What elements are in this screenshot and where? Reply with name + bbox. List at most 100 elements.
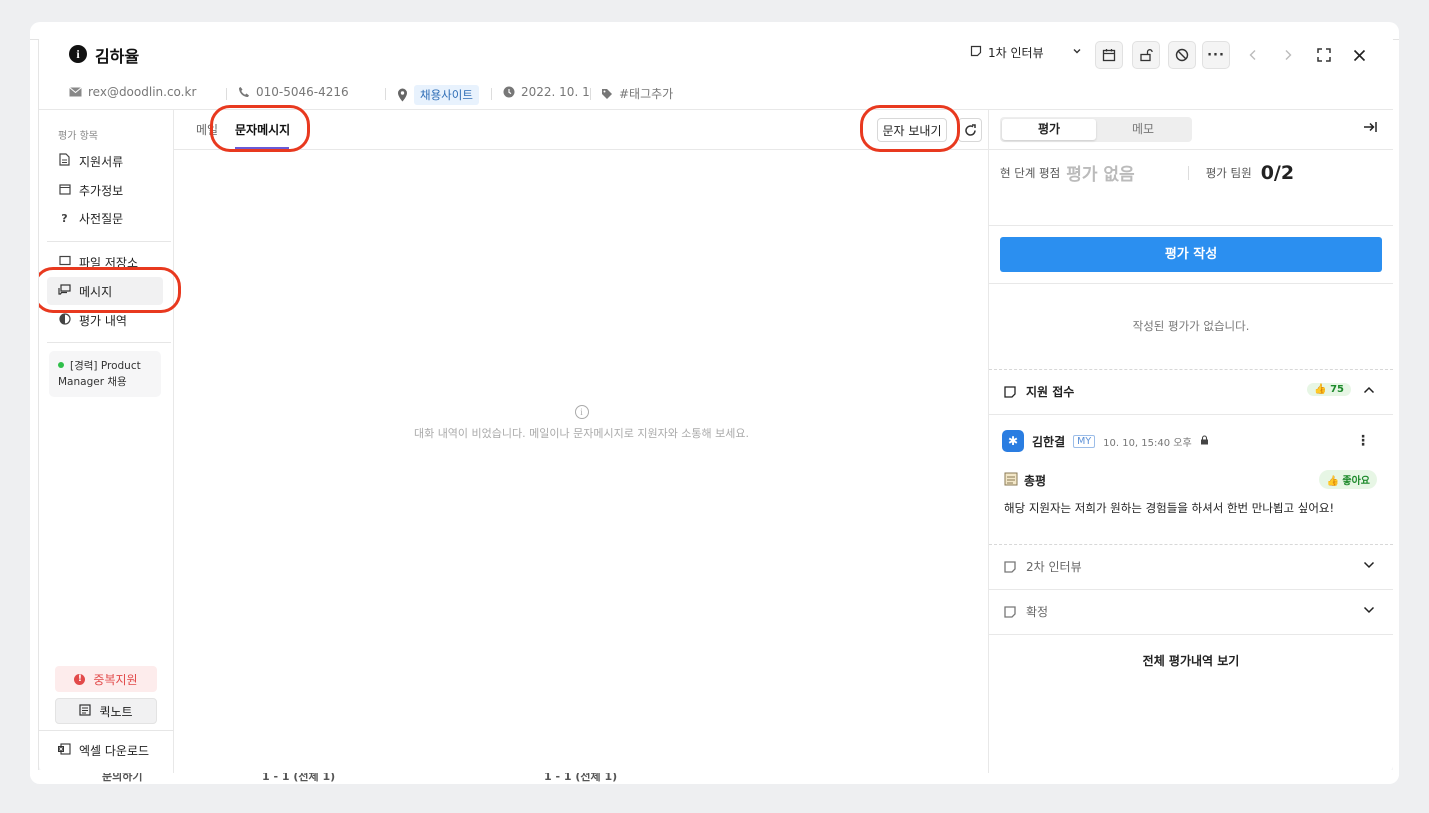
like-label: 좋아요	[1342, 476, 1370, 487]
more-icon: ···	[1207, 47, 1225, 63]
author-name: 김한결	[1032, 434, 1066, 449]
block-icon	[1175, 48, 1189, 62]
divider	[491, 88, 492, 100]
sidebar-item-extra-info[interactable]: 추가정보	[47, 176, 163, 204]
tab-evaluation[interactable]: 평가	[1002, 119, 1096, 140]
excel-icon	[57, 743, 71, 758]
write-evaluation-button[interactable]: 평가 작성	[1000, 237, 1382, 272]
duplicate-application-button[interactable]: ! 중복지원	[55, 666, 157, 692]
location-pin-icon	[398, 88, 407, 102]
date-text: 2022. 10. 1	[521, 85, 590, 99]
collapse-panel-button[interactable]	[1363, 121, 1377, 137]
info-circle-icon: i	[574, 405, 589, 419]
note-icon	[1004, 385, 1016, 398]
divider	[1187, 165, 1189, 180]
team-value: 0/2	[1260, 161, 1295, 184]
memo-pad-icon	[1004, 472, 1018, 489]
sidebar-item-documents[interactable]: 지원서류	[47, 147, 163, 175]
tag-text: #태그추가	[619, 87, 674, 101]
more-button[interactable]: ···	[1202, 41, 1230, 69]
section-application[interactable]: 지원 접수 👍 75	[989, 370, 1393, 414]
folder-icon	[58, 255, 71, 269]
calendar-button[interactable]	[1095, 41, 1123, 69]
info-icon[interactable]: i	[69, 45, 87, 63]
likes-count: 75	[1330, 384, 1344, 395]
evaluation-author: ✱ 김한결 MY 10. 10, 15:40 오후	[1002, 430, 1209, 452]
sidebar-item-label: 메시지	[79, 284, 113, 299]
avatar: ✱	[1002, 430, 1024, 452]
unlock-icon	[1140, 49, 1153, 62]
refresh-button[interactable]	[958, 118, 982, 142]
source-item[interactable]: 채용사이트	[397, 85, 479, 105]
chevron-down-icon[interactable]	[1363, 603, 1375, 617]
section-title-text: 2차 인터뷰	[1026, 560, 1082, 574]
quicknote-button[interactable]: 퀵노트	[55, 698, 157, 724]
block-button[interactable]	[1168, 41, 1196, 69]
phone-item[interactable]: 010-5046-4216	[238, 85, 349, 99]
sidebar-divider	[39, 730, 174, 731]
active-tab-indicator	[235, 147, 289, 150]
divider	[989, 149, 1393, 150]
sidebar-item-label: 지원서류	[79, 154, 124, 169]
section-title-text: 확정	[1026, 605, 1049, 619]
refresh-icon	[964, 123, 976, 136]
message-icon	[58, 283, 71, 299]
unlock-button[interactable]	[1132, 41, 1160, 69]
excel-download-button[interactable]: 엑셀 다운로드	[57, 742, 149, 759]
kebab-menu-icon[interactable]: ⋮	[1356, 433, 1370, 449]
like-badge: 👍 좋아요	[1319, 470, 1377, 489]
stage-label: 1차 인터뷰	[988, 46, 1044, 60]
no-evaluation-text: 작성된 평가가 없습니다.	[1132, 319, 1250, 333]
modal-header: i 김하율 1차 인터뷰 ···	[39, 32, 1393, 76]
chevron-left-icon	[1249, 50, 1256, 60]
email-item[interactable]: rex@doodlin.co.kr	[69, 85, 196, 99]
view-all-evaluations-link[interactable]: 전체 평가내역 보기	[989, 652, 1393, 669]
evaluation-time: 10. 10, 15:40 오후	[1103, 437, 1192, 449]
section-second-interview[interactable]: 2차 인터뷰	[989, 545, 1393, 589]
note-icon	[1004, 560, 1016, 573]
phone-icon	[239, 87, 249, 97]
document-icon	[58, 153, 71, 169]
team-label: 평가 팀원	[1205, 165, 1252, 180]
next-candidate-button[interactable]	[1274, 41, 1302, 69]
sidebar-divider	[47, 241, 171, 242]
close-button[interactable]	[1345, 41, 1373, 69]
candidate-name: 김하율	[95, 47, 140, 66]
summary-label-text: 총평	[1024, 474, 1047, 488]
tab-mail[interactable]: 메일	[196, 121, 218, 138]
eval-memo-toggle: 평가 메모	[1000, 117, 1192, 142]
date-item: 2022. 10. 1	[503, 85, 590, 99]
job-card[interactable]: [경력] Product Manager 채용	[49, 351, 161, 397]
sidebar-item-eval-history[interactable]: 평가 내역	[47, 306, 163, 334]
send-sms-button[interactable]: 문자 보내기	[877, 118, 947, 142]
empty-message: 대화 내역이 비었습니다. 메일이나 문자메시지로 지원자와 소통해 보세요.	[413, 427, 750, 440]
section-title: 지원 접수	[1004, 383, 1074, 400]
prev-candidate-button[interactable]	[1239, 41, 1267, 69]
sidebar-item-file-storage[interactable]: 파일 저장소	[47, 248, 163, 276]
add-tag-button[interactable]: #태그추가	[601, 85, 673, 102]
chevron-down-icon[interactable]	[1363, 558, 1375, 572]
tab-sms[interactable]: 문자메시지	[235, 121, 290, 138]
sidebar-item-label: 파일 저장소	[79, 255, 139, 270]
tab-memo[interactable]: 메모	[1096, 119, 1190, 140]
chevron-right-icon	[1285, 50, 1292, 60]
chevron-up-icon[interactable]	[1363, 383, 1375, 397]
sidebar-item-messages[interactable]: 메시지	[47, 277, 163, 305]
evaluation-text: 해당 지원자는 저희가 원하는 경험들을 하셔서 한번 만나뵙고 싶어요!	[1004, 501, 1335, 515]
expand-icon	[1317, 48, 1331, 62]
evaluation-summary-label: 총평	[1004, 472, 1046, 489]
mail-icon	[69, 87, 82, 97]
divider	[590, 88, 591, 100]
sidebar-item-pre-questions[interactable]: ? 사전질문	[47, 204, 163, 232]
score-summary: 현 단계 평점 평가 없음 평가 팀원 0/2	[1000, 160, 1295, 186]
note-icon	[1004, 605, 1016, 618]
stage-select[interactable]: 1차 인터뷰	[970, 44, 1082, 61]
source-chip: 채용사이트	[414, 85, 479, 105]
section-title: 2차 인터뷰	[1004, 558, 1082, 575]
calendar-icon	[58, 183, 71, 198]
sidebar-divider	[47, 342, 171, 343]
section-confirmed[interactable]: 확정	[989, 590, 1393, 634]
divider	[989, 634, 1393, 635]
close-icon	[1353, 49, 1365, 61]
expand-button[interactable]	[1310, 41, 1338, 69]
